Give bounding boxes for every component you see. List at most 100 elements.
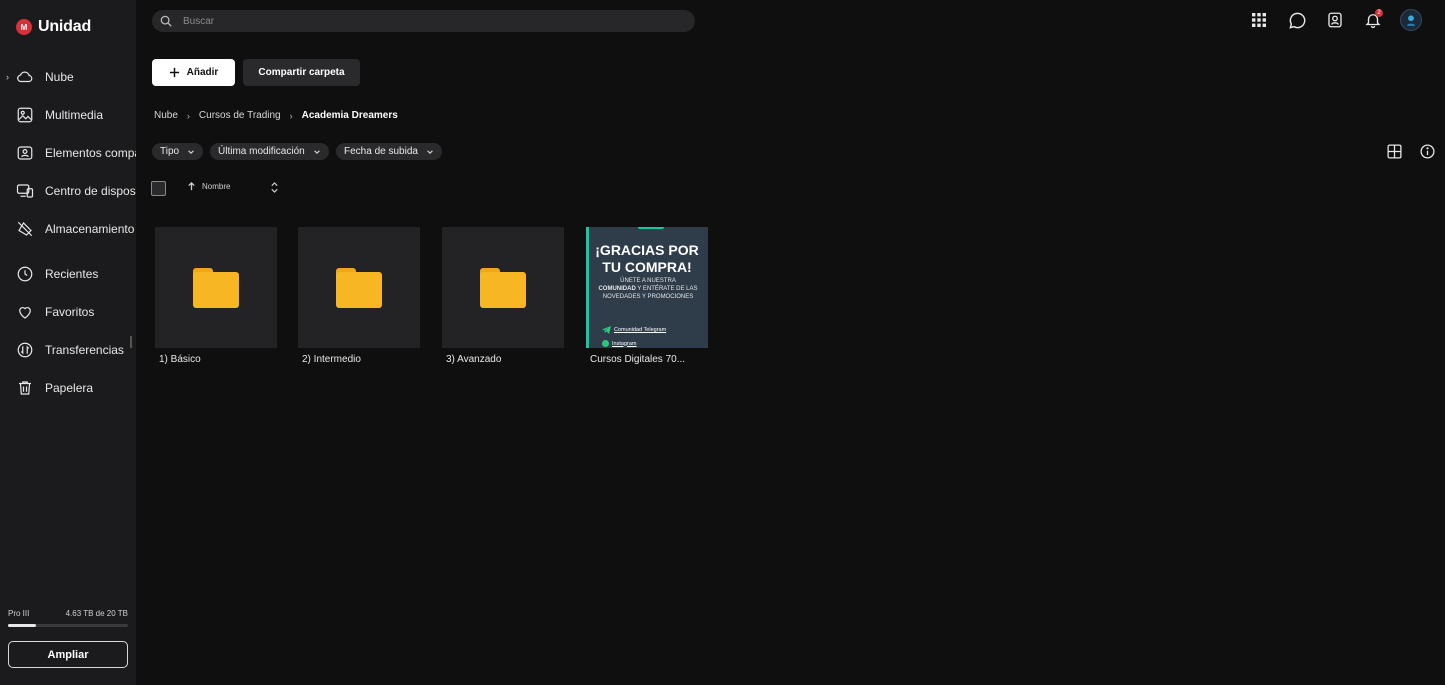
logo-badge-icon: M [16,19,32,35]
sort-updown-icon [271,182,278,193]
sidebar-item-favoritos[interactable]: Favoritos [0,294,136,330]
promo-text-bold: COMUNIDAD [598,286,636,292]
folder-tile[interactable]: 2) Intermedio [298,227,420,365]
storage-used: 4.63 TB de 20 TB [65,609,128,618]
sidebar-item-devices[interactable]: Centro de dispositivos [0,173,136,209]
notification-badge: 2 [1375,9,1383,17]
sidebar-item-multimedia[interactable]: Multimedia [0,97,136,133]
folder-tile[interactable]: 3) Avanzado [442,227,564,365]
chat-icon [1288,12,1305,29]
folder-tile[interactable]: 1) Básico [155,227,277,365]
sidebar-item-nube[interactable]: › Nube [0,59,136,95]
promo-link-instagram-label: Instagram [612,340,637,347]
add-button[interactable]: Añadir [152,59,235,86]
transfer-icon [16,341,34,359]
filter-uploaded[interactable]: Fecha de subida [336,143,442,160]
sidebar-item-label: Favoritos [45,305,95,319]
select-all-checkbox[interactable] [151,181,166,196]
plus-icon [169,67,179,78]
breadcrumb-current: Academia Dreamers [301,110,398,121]
sort-order-toggle[interactable] [270,182,279,195]
folder-icon [193,267,239,308]
shared-items-icon [16,144,34,162]
grid-view-button[interactable] [1385,142,1403,160]
sidebar-item-label: Transferencias [45,343,124,357]
chevron-down-icon [313,149,320,154]
filter-modified[interactable]: Última modificación [210,143,329,160]
sort-by-name[interactable]: Nombre [187,182,230,191]
folder-thumbnail [442,227,564,348]
chevron-right-icon: › [289,110,293,121]
notifications-button[interactable]: 2 [1362,9,1384,31]
sidebar-item-recientes[interactable]: Recientes [0,256,136,292]
promo-text: ÚNETE A NUESTRA COMUNIDAD Y ENTÉRATE DE … [592,277,704,301]
promo-link-instagram: Instagram [602,340,636,347]
sidebar-item-papelera[interactable]: Papelera [0,370,136,406]
filter-type-label: Tipo [160,146,180,157]
add-button-label: Añadir [186,67,219,78]
info-button[interactable] [1418,142,1436,160]
sidebar: M Unidad › Nube Multimedia Elementos com… [0,0,136,685]
filter-type[interactable]: Tipo [152,143,204,160]
storage-progress-fill [8,624,36,627]
chevron-down-icon [427,149,433,154]
telegram-icon [602,326,611,334]
search-icon [160,15,172,27]
sidebar-item-label: Papelera [45,381,94,395]
avatar[interactable] [1400,9,1422,31]
search-input[interactable] [183,15,663,27]
promo-image: ¡GRACIAS POR TU COMPRA! ÚNETE A NUESTRA … [586,227,708,348]
storage-icon [16,220,34,238]
contacts-icon [1328,12,1342,28]
sidebar-item-label: Centro de dispositivos [45,184,136,198]
clock-icon [16,265,34,283]
sidebar-item-shared[interactable]: Elementos compartidos [0,135,136,171]
chevron-right-icon: › [186,110,190,121]
storage-progress-bar [8,624,128,627]
sidebar-item-label: Multimedia [45,108,104,122]
file-name: 3) Avanzado [446,354,502,365]
folder-icon [336,267,382,308]
apps-grid-button[interactable] [1248,9,1270,31]
promo-accent-top [638,227,664,229]
app-title: Unidad [38,18,92,35]
file-name: 2) Intermedio [302,354,361,365]
info-icon [1419,143,1435,159]
sidebar-item-label: Almacenamiento [45,222,135,236]
search-bar[interactable] [152,10,695,32]
storage-usage: Pro III 4.63 TB de 20 TB [8,609,128,627]
folder-thumbnail [298,227,420,348]
breadcrumb-item-nube[interactable]: Nube [154,110,178,121]
storage-info-row: Pro III 4.63 TB de 20 TB [8,609,128,618]
promo-text-pre: ÚNETE A NUESTRA [620,278,676,284]
sidebar-resize-handle[interactable] [130,336,132,348]
user-avatar-icon [1406,15,1416,26]
arrow-up-icon [188,182,195,191]
filter-uploaded-label: Fecha de subida [344,146,418,157]
contacts-button[interactable] [1324,9,1346,31]
sidebar-item-label: Nube [45,70,74,84]
file-name: 1) Básico [159,354,201,365]
app-logo[interactable]: M Unidad [16,18,91,36]
upgrade-button[interactable]: Ampliar [8,641,128,668]
breadcrumb: Nube › Cursos de Trading › Academia Drea… [154,110,398,121]
folder-thumbnail [155,227,277,348]
share-folder-button[interactable]: Compartir carpeta [243,59,360,86]
filter-modified-label: Última modificación [218,146,305,157]
image-icon [16,106,34,124]
cloud-icon [16,68,34,86]
file-name: Cursos Digitales 70... [590,354,686,365]
breadcrumb-item-cursos[interactable]: Cursos de Trading [199,110,281,121]
sidebar-item-transferencias[interactable]: Transferencias [0,332,136,368]
image-file-tile[interactable]: ¡GRACIAS POR TU COMPRA! ÚNETE A NUESTRA … [586,227,708,365]
chat-button[interactable] [1286,9,1308,31]
heart-icon [16,303,34,321]
sidebar-item-label: Elementos compartidos [45,146,136,160]
instagram-icon [602,340,609,347]
promo-link-telegram: Comunidad Telegram [602,326,666,334]
sidebar-item-storage[interactable]: Almacenamiento [0,211,136,247]
plan-name: Pro III [8,609,30,618]
expand-caret-icon[interactable]: › [6,72,9,82]
promo-link-telegram-label: Comunidad Telegram [614,327,667,333]
image-thumbnail: ¡GRACIAS POR TU COMPRA! ÚNETE A NUESTRA … [586,227,708,348]
